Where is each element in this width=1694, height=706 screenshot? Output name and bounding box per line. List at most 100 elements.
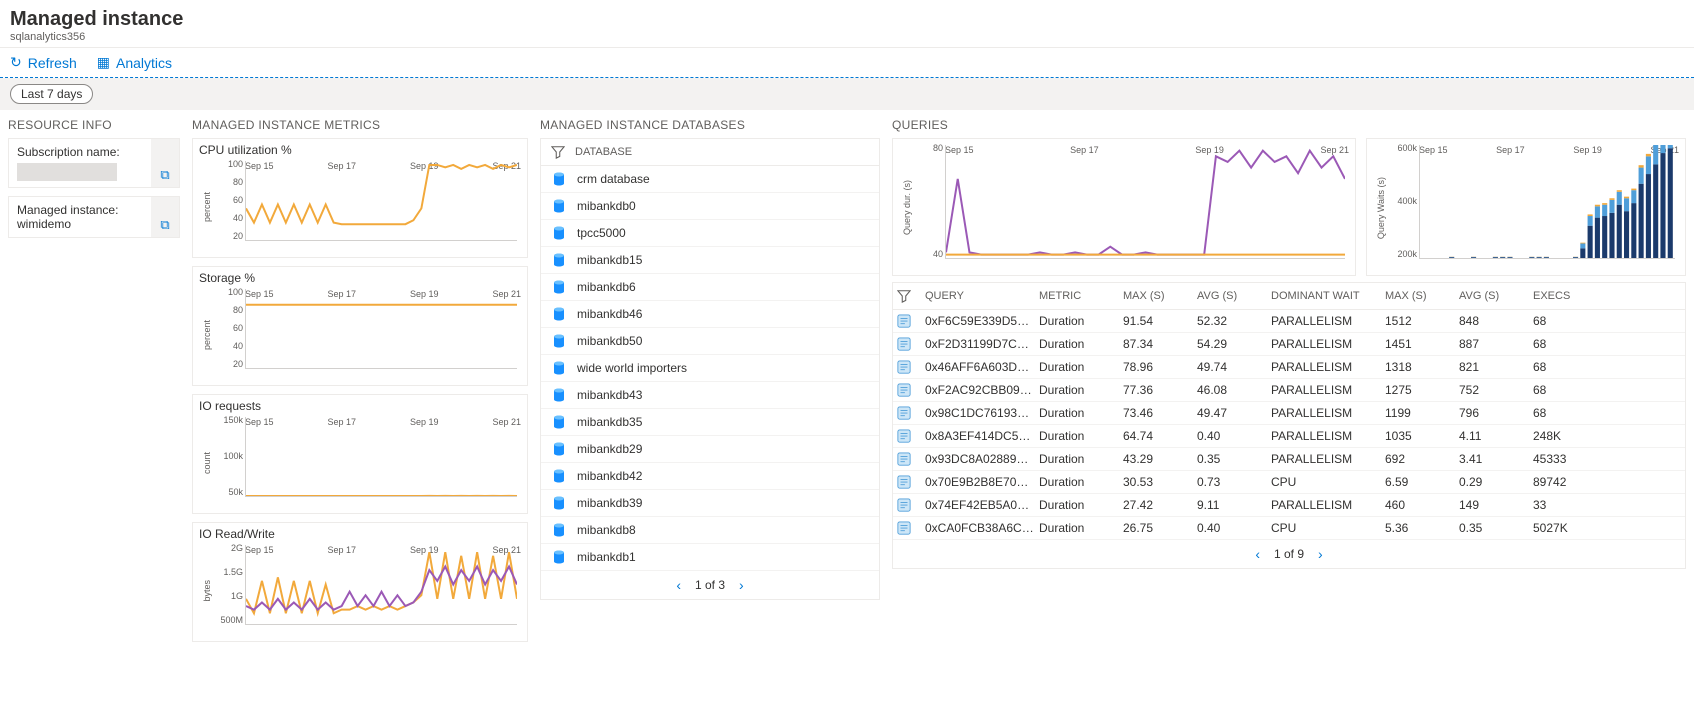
- query-row[interactable]: 0xF2D31199D7CC...Duration87.3454.29PARAL…: [893, 333, 1685, 356]
- query-wait: PARALLELISM: [1271, 498, 1381, 512]
- query-max2: 1275: [1385, 383, 1455, 397]
- query-max1: 77.36: [1123, 383, 1193, 397]
- query-icon: [897, 452, 911, 466]
- filter-icon[interactable]: [551, 145, 565, 159]
- query-max2: 6.59: [1385, 475, 1455, 489]
- database-name: wide world importers: [577, 361, 687, 375]
- database-row[interactable]: mibankdb15: [541, 247, 879, 274]
- query-execs: 68: [1533, 314, 1593, 328]
- refresh-button[interactable]: ↻ Refresh: [10, 54, 77, 71]
- time-range-pill[interactable]: Last 7 days: [10, 84, 93, 104]
- query-execs: 68: [1533, 337, 1593, 351]
- query-avg2: 0.35: [1459, 521, 1529, 535]
- query-execs: 5027K: [1533, 521, 1593, 535]
- query-row[interactable]: 0x70E9B2B8E70EC...Duration30.530.73CPU6.…: [893, 471, 1685, 494]
- database-row[interactable]: mibankdb29: [541, 436, 879, 463]
- query-max1: 30.53: [1123, 475, 1193, 489]
- database-row[interactable]: mibankdb6: [541, 274, 879, 301]
- col-execs: EXECS: [1533, 290, 1593, 302]
- query-icon: [897, 475, 911, 489]
- open-external-icon: ⧉: [160, 167, 169, 183]
- database-row[interactable]: mibankdb39: [541, 490, 879, 517]
- database-name: mibankdb39: [577, 496, 642, 510]
- database-row[interactable]: mibankdb42: [541, 463, 879, 490]
- query-avg2: 887: [1459, 337, 1529, 351]
- query-wait: PARALLELISM: [1271, 452, 1381, 466]
- metric-chart-cpu[interactable]: CPU utilization %percent10080604020Sep 1…: [192, 138, 528, 258]
- database-row[interactable]: tpcc5000: [541, 220, 879, 247]
- col-max2: MAX (S): [1385, 290, 1455, 302]
- query-row[interactable]: 0x74EF42EB5A0D1...Duration27.429.11PARAL…: [893, 494, 1685, 517]
- query-avg1: 46.08: [1197, 383, 1267, 397]
- query-row[interactable]: 0x46AFF6A603DB...Duration78.9649.74PARAL…: [893, 356, 1685, 379]
- database-pager: ‹ 1 of 3 ›: [541, 571, 879, 599]
- database-row[interactable]: crm database: [541, 166, 879, 193]
- database-icon: [551, 306, 567, 322]
- query-duration-chart[interactable]: Query dur. (s)8040Sep 15Sep 17Sep 19Sep …: [892, 138, 1356, 276]
- database-icon: [551, 441, 567, 457]
- query-avg2: 0.29: [1459, 475, 1529, 489]
- col-query: QUERY: [925, 290, 1035, 302]
- managed-instance-open-button[interactable]: ⧉: [151, 197, 179, 237]
- query-wait: CPU: [1271, 521, 1381, 535]
- database-row[interactable]: wide world importers: [541, 355, 879, 382]
- pager-prev-button[interactable]: ‹: [1255, 546, 1260, 562]
- pager-prev-button[interactable]: ‹: [676, 577, 681, 593]
- query-avg1: 9.11: [1197, 498, 1267, 512]
- metric-chart-io[interactable]: IO requestscount150k100k50kSep 15Sep 17S…: [192, 394, 528, 514]
- database-name: mibankdb6: [577, 280, 636, 294]
- metric-chart-storage[interactable]: Storage %percent10080604020Sep 15Sep 17S…: [192, 266, 528, 386]
- section-db-title: MANAGED INSTANCE DATABASES: [540, 118, 880, 132]
- analytics-label: Analytics: [116, 55, 172, 71]
- metric-chart-iorw[interactable]: IO Read/Writebytes2G1.5G1G500MSep 15Sep …: [192, 522, 528, 642]
- query-avg2: 821: [1459, 360, 1529, 374]
- pager-next-button[interactable]: ›: [739, 577, 744, 593]
- query-max1: 26.75: [1123, 521, 1193, 535]
- query-wait: PARALLELISM: [1271, 406, 1381, 420]
- query-row[interactable]: 0x98C1DC76193B...Duration73.4649.47PARAL…: [893, 402, 1685, 425]
- query-icon: [897, 429, 911, 443]
- query-wait: PARALLELISM: [1271, 337, 1381, 351]
- query-max2: 460: [1385, 498, 1455, 512]
- analytics-button[interactable]: ▦ Analytics: [97, 54, 172, 71]
- database-row[interactable]: mibankdb50: [541, 328, 879, 355]
- query-max2: 1512: [1385, 314, 1455, 328]
- query-row[interactable]: 0xF2AC92CBB098...Duration77.3646.08PARAL…: [893, 379, 1685, 402]
- chart-title: IO Read/Write: [199, 527, 521, 541]
- query-execs: 68: [1533, 383, 1593, 397]
- page-subtitle: sqlanalytics356: [10, 31, 1684, 43]
- database-row[interactable]: mibankdb46: [541, 301, 879, 328]
- chart-title: IO requests: [199, 399, 521, 413]
- query-icon: [897, 314, 911, 328]
- subscription-open-button[interactable]: ⧉: [151, 139, 179, 187]
- query-row[interactable]: 0xF6C59E339D5DF...Duration91.5452.32PARA…: [893, 310, 1685, 333]
- database-row[interactable]: mibankdb1: [541, 544, 879, 571]
- database-list: DATABASE crm databasemibankdb0tpcc5000mi…: [540, 138, 880, 600]
- col-avg1: AVG (S): [1197, 290, 1267, 302]
- query-wait: PARALLELISM: [1271, 429, 1381, 443]
- database-name: mibankdb50: [577, 334, 642, 348]
- query-max1: 87.34: [1123, 337, 1193, 351]
- database-name: mibankdb46: [577, 307, 642, 321]
- database-name: mibankdb8: [577, 523, 636, 537]
- database-name: mibankdb43: [577, 388, 642, 402]
- page-header: Managed instance sqlanalytics356: [0, 0, 1694, 48]
- database-icon: [551, 171, 567, 187]
- query-avg1: 0.73: [1197, 475, 1267, 489]
- database-row[interactable]: mibankdb0: [541, 193, 879, 220]
- query-waits-chart[interactable]: Query Waits (s)600k400k200kSep 15Sep 17S…: [1366, 138, 1686, 276]
- query-row[interactable]: 0xCA0FCB38A6C2...Duration26.750.40CPU5.3…: [893, 517, 1685, 540]
- database-icon: [551, 252, 567, 268]
- pager-next-button[interactable]: ›: [1318, 546, 1323, 562]
- database-row[interactable]: mibankdb35: [541, 409, 879, 436]
- query-max2: 1199: [1385, 406, 1455, 420]
- query-row[interactable]: 0x8A3EF414DC5D...Duration64.740.40PARALL…: [893, 425, 1685, 448]
- database-row[interactable]: mibankdb43: [541, 382, 879, 409]
- query-metric: Duration: [1039, 521, 1119, 535]
- query-row[interactable]: 0x93DC8A02889C...Duration43.290.35PARALL…: [893, 448, 1685, 471]
- queries-pager: ‹ 1 of 9 ›: [893, 540, 1685, 568]
- database-icon: [551, 360, 567, 376]
- database-row[interactable]: mibankdb8: [541, 517, 879, 544]
- query-avg2: 796: [1459, 406, 1529, 420]
- filter-icon[interactable]: [897, 289, 911, 303]
